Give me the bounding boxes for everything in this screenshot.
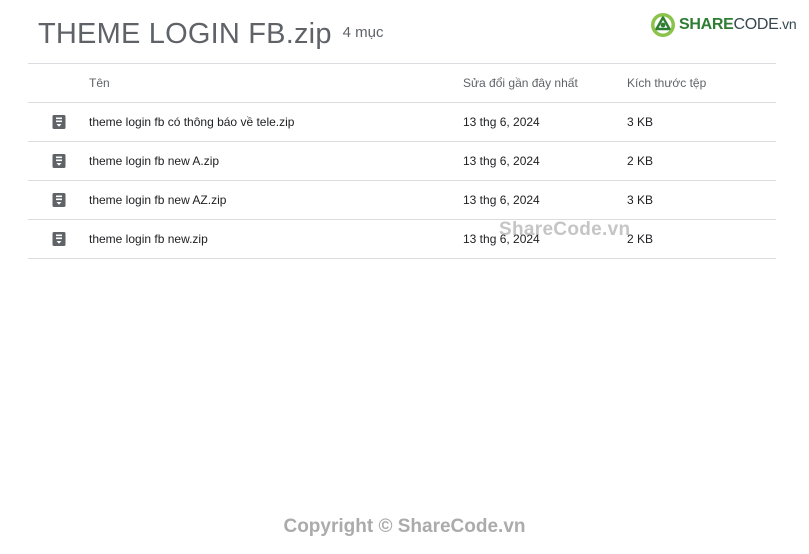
table-row[interactable]: theme login fb new AZ.zip 13 thg 6, 2024… (28, 181, 776, 220)
item-count: 4 mục (342, 24, 384, 41)
table-row[interactable]: theme login fb new.zip 13 thg 6, 2024 2 … (28, 220, 776, 259)
copyright-notice: Copyright © ShareCode.vn (283, 516, 526, 537)
column-header-modified[interactable]: Sửa đổi gần đây nhất (463, 64, 578, 102)
file-size: 2 KB (627, 232, 654, 246)
file-name[interactable]: theme login fb new AZ.zip (89, 181, 226, 219)
file-size: 3 KB (627, 115, 654, 129)
zip-file-icon (52, 232, 66, 246)
file-modified: 13 thg 6, 2024 (463, 154, 540, 168)
file-table: Tên Sửa đổi gần đây nhất Kích thước tệp … (28, 63, 776, 259)
table-row[interactable]: theme login fb new A.zip 13 thg 6, 2024 … (28, 142, 776, 181)
file-size: 2 KB (627, 154, 654, 168)
page-title: THEME LOGIN FB.zip (38, 18, 332, 50)
zip-file-icon (52, 115, 66, 129)
file-modified: 13 thg 6, 2024 (463, 115, 540, 129)
zip-file-icon (52, 193, 66, 207)
file-size: 3 KB (627, 193, 654, 207)
column-header-name[interactable]: Tên (89, 64, 110, 102)
file-listing-page: THEME LOGIN FB.zip 4 mục SHARECODE.vn Tê… (0, 0, 809, 554)
watermark: ShareCode.vn (499, 219, 631, 240)
table-row[interactable]: theme login fb có thông báo về tele.zip … (28, 103, 776, 142)
file-modified: 13 thg 6, 2024 (463, 193, 540, 207)
table-header: Tên Sửa đổi gần đây nhất Kích thước tệp (28, 64, 776, 103)
file-name[interactable]: theme login fb new A.zip (89, 142, 219, 180)
file-name[interactable]: theme login fb new.zip (89, 220, 208, 258)
column-header-size[interactable]: Kích thước tệp (627, 64, 706, 102)
file-name[interactable]: theme login fb có thông báo về tele.zip (89, 103, 294, 141)
zip-file-icon (52, 154, 66, 168)
page-header: THEME LOGIN FB.zip 4 mục (38, 18, 384, 51)
sharecode-logo: SHARECODE.vn (650, 12, 797, 38)
logo-text: SHARECODE.vn (679, 16, 797, 33)
sharecode-logo-icon (651, 13, 675, 37)
